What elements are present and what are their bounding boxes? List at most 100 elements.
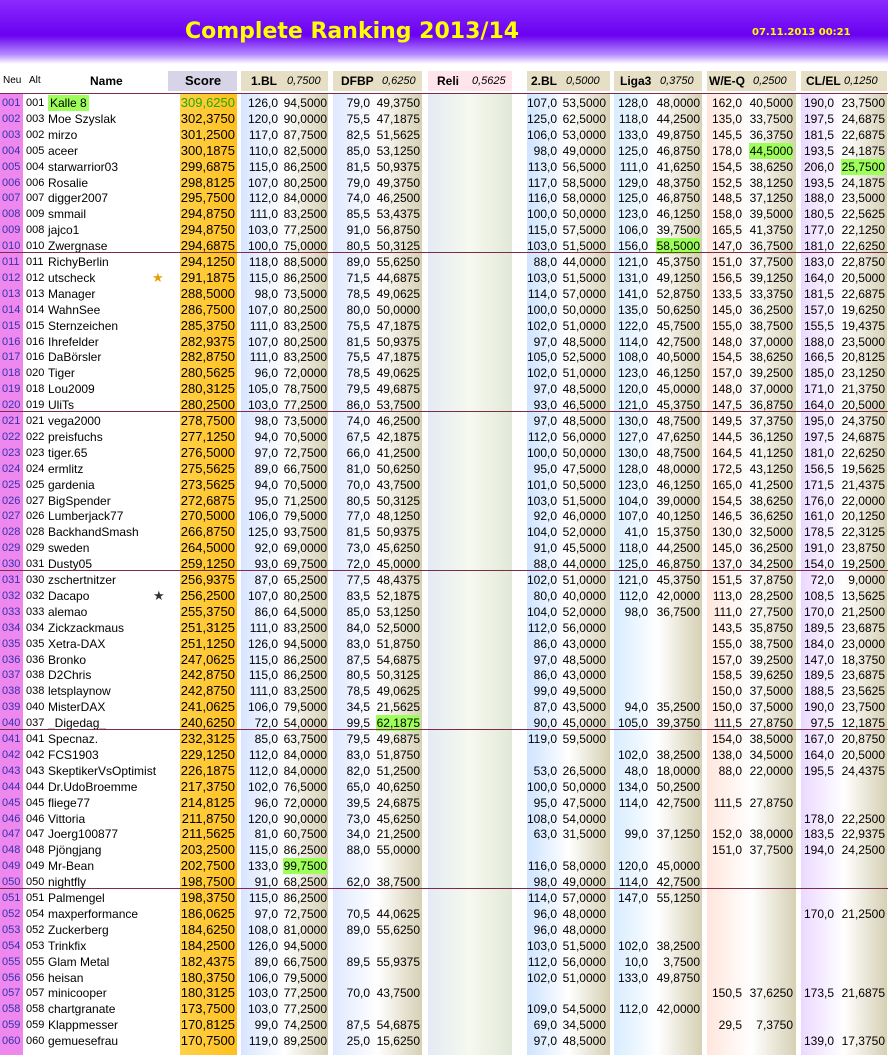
cell-neu: 011 (2, 256, 20, 268)
group-separator (0, 411, 888, 412)
cell-bl2-val: 53,5000 (562, 96, 606, 110)
cell-bl2-val: 43,0000 (562, 668, 606, 683)
cell-dfbp-pts: 75,5 (346, 350, 370, 365)
cell-weq-val: 38,5000 (749, 732, 793, 746)
cell-clel-pts (800, 922, 834, 938)
cell-neu: 017 (2, 351, 21, 364)
cell-neu: 003 (2, 128, 21, 141)
cell-bl2-val: 54,0000 (562, 811, 606, 826)
cell-clel-pts: 181,5 (803, 286, 834, 301)
cell-alt: 026 (26, 510, 45, 523)
cell-score: 276,5000 (180, 444, 235, 460)
cell-bl2-pts: 109,0 (526, 1002, 557, 1017)
cell-bl2-pts: 53,0 (533, 763, 557, 778)
cell-name: Specnaz. (48, 732, 99, 746)
table-row: 026 027 BigSpender 272,6875 95,0 71,2500 80,5 5… (0, 493, 888, 509)
header-weq: W/E-Q (709, 74, 745, 88)
cell-dfbp-pts: 85,0 (346, 604, 370, 619)
cell-alt: 024 (26, 462, 45, 475)
cell-bl-val: 71,2500 (283, 493, 327, 508)
cell-dfbp-pts: 34,5 (346, 700, 370, 715)
cell-bl2-pts: 69,0 (533, 1018, 557, 1033)
cell-clel-pts: 157,0 (803, 302, 834, 317)
cell-bl2-val: 50,0000 (562, 445, 606, 460)
cell-liga3-val (656, 922, 700, 938)
cell-alt: 004 (26, 160, 45, 173)
table-row: 007 007 digger2007 295,7500 112,0 84,0000 74,0… (0, 190, 888, 206)
cell-bl-pts: 85,0 (254, 732, 278, 746)
cell-name: maxperformance (48, 906, 139, 921)
cell-bl2-val: 57,0000 (562, 286, 606, 301)
cell-bl2-val: 46,0000 (562, 509, 606, 524)
cell-weq-pts: 148,0 (711, 334, 742, 349)
cell-clel-pts: 188,0 (803, 334, 834, 349)
cell-liga3-pts: 112,0 (618, 1002, 648, 1017)
cell-score: 282,8750 (180, 349, 235, 365)
cell-neu: 013 (2, 287, 21, 300)
cell-bl-pts: 115,0 (248, 270, 278, 285)
table-row: 005 004 starwarrior03 299,6875 115,0 86,2500 8… (0, 158, 888, 175)
cell-bl2-val: 43,0000 (562, 636, 606, 651)
cell-bl-val: 94,5000 (283, 96, 327, 110)
cell-bl2-pts: 102,0 (526, 366, 557, 381)
cell-alt: 021 (26, 415, 45, 427)
cell-neu: 052 (2, 907, 21, 920)
cell-score: 273,5625 (180, 476, 235, 492)
cell-neu: 033 (2, 605, 21, 618)
cell-alt: 043 (26, 764, 45, 777)
cell-dfbp-val: 51,8750 (376, 636, 420, 651)
table-row: 001 001 Kalle 8 309,6250 126,0 94,5000 79,0 49,… (0, 95, 888, 111)
cell-weq-pts: 145,5 (711, 127, 742, 142)
cell-weq-val: 38,6250 (749, 159, 793, 174)
cell-dfbp-pts: 34,0 (346, 827, 370, 842)
cell-dfbp-pts: 75,5 (346, 318, 370, 333)
cell-bl-val: 77,2500 (283, 223, 327, 238)
cell-clel-val (841, 858, 885, 874)
cell-bl-val: 72,0000 (283, 795, 327, 810)
cell-dfbp-pts: 66,0 (346, 445, 370, 460)
cell-liga3-val: 45,0000 (656, 859, 700, 874)
cell-bl-val: 86,2500 (283, 652, 327, 667)
cell-name: Zickzackmaus (48, 620, 125, 635)
table-row: 054 053 Trinkfix 184,2500 126,0 94,5000 103,0 5… (0, 938, 888, 954)
cell-liga3-pts: 123,0 (617, 207, 648, 222)
cell-dfbp-pts: 65,0 (346, 779, 370, 794)
cell-clel-val: 22,9375 (841, 827, 885, 842)
cell-alt: 016 (26, 351, 45, 364)
cell-name: minicooper (48, 986, 107, 1001)
cell-bl2-val: 62,5000 (562, 111, 606, 126)
cell-liga3-val: 46,1250 (656, 366, 700, 381)
cell-dfbp-val (376, 938, 420, 954)
cell-liga3-val: 42,0000 (656, 588, 700, 603)
cell-weq-pts: 145,0 (711, 541, 742, 556)
cell-dfbp-pts: 82,5 (346, 127, 370, 142)
header-liga3: Liga3 (620, 74, 652, 88)
cell-bl-val: 83,2500 (283, 207, 327, 222)
cell-bl-pts: 111,0 (249, 684, 278, 699)
cell-bl-val: 73,5000 (283, 414, 327, 428)
cell-bl-pts: 98,0 (254, 286, 278, 301)
cell-weq-pts: 146,5 (711, 509, 742, 524)
cell-bl2-val: 44,0000 (562, 255, 606, 269)
cell-weq-val: 37,5000 (749, 684, 793, 699)
cell-liga3-pts: 102,0 (617, 938, 648, 953)
cell-bl-val: 78,7500 (283, 382, 327, 397)
cell-bl-pts: 94,0 (254, 429, 278, 444)
header-clel-factor: 0,1250 (844, 75, 878, 87)
table-row: 060 060 gemuesefrau 170,7500 119,0 89,2500 25,… (0, 1033, 888, 1049)
cell-bl2-val: 59,5000 (562, 732, 606, 746)
cell-weq-val (749, 1001, 793, 1017)
cell-clel-val: 22,6875 (841, 127, 885, 142)
cell-dfbp-val: 45,6250 (376, 811, 420, 826)
header-alt: Alt (29, 75, 41, 86)
cell-clel-pts (800, 970, 834, 986)
cell-alt: 035 (26, 637, 45, 650)
cell-name: Ihrefelder (48, 334, 99, 349)
cell-clel-val: 22,0000 (841, 493, 885, 508)
cell-dfbp-pts: 80,0 (346, 302, 370, 317)
cell-bl2-pts: 102,0 (526, 318, 557, 333)
cell-liga3-val: 50,6250 (656, 302, 700, 317)
cell-bl-val: 87,7500 (283, 127, 327, 142)
cell-score: 275,5625 (180, 460, 235, 476)
cell-bl-pts: 111,0 (249, 620, 278, 635)
